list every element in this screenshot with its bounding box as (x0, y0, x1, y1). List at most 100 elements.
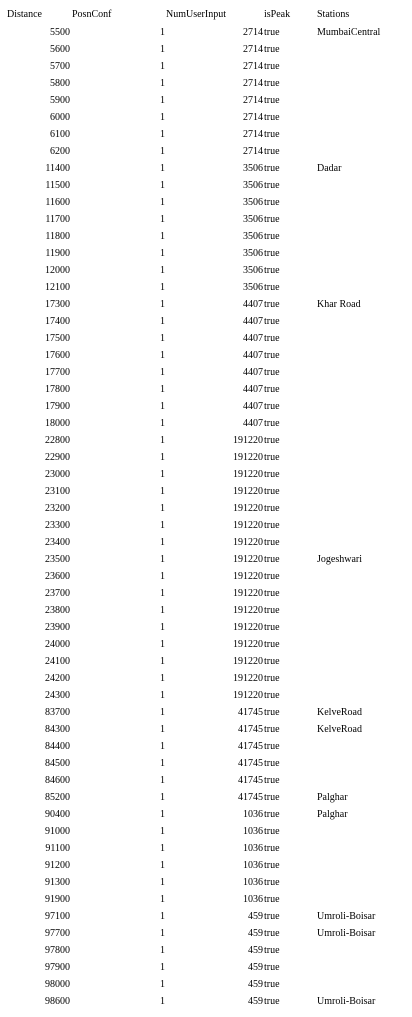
cell-ispeak: true (264, 605, 280, 616)
cell-posnconf: 1 (160, 622, 165, 633)
cell-ispeak: true (264, 690, 280, 701)
cell-ispeak: true (264, 962, 280, 973)
cell-posnconf: 1 (160, 384, 165, 395)
cell-distance: 24200 (45, 673, 70, 684)
table-row: 5800 1 2714 true (0, 75, 412, 92)
cell-numuserinput: 459 (248, 911, 263, 922)
cell-numuserinput: 2714 (243, 112, 263, 123)
cell-distance: 84600 (45, 775, 70, 786)
cell-stations: Umroli-Boisar (317, 928, 376, 939)
cell-ispeak: true (264, 809, 280, 820)
cell-ispeak: true (264, 163, 280, 174)
cell-posnconf: 1 (160, 639, 165, 650)
cell-distance: 18000 (45, 418, 70, 429)
cell-numuserinput: 4407 (243, 401, 263, 412)
cell-numuserinput: 1036 (243, 809, 263, 820)
cell-numuserinput: 191220 (233, 673, 263, 684)
cell-posnconf: 1 (160, 350, 165, 361)
table-row: 24200 1 191220 true (0, 670, 412, 687)
cell-numuserinput: 2714 (243, 27, 263, 38)
cell-distance: 84500 (45, 758, 70, 769)
cell-numuserinput: 4407 (243, 384, 263, 395)
cell-distance: 17300 (45, 299, 70, 310)
cell-distance: 97700 (45, 928, 70, 939)
table-row: 85200 1 41745 true Palghar (0, 789, 412, 806)
cell-ispeak: true (264, 894, 280, 905)
table-row: 6100 1 2714 true (0, 126, 412, 143)
cell-ispeak: true (264, 129, 280, 140)
cell-distance: 83700 (45, 707, 70, 718)
cell-stations: Palghar (317, 792, 348, 803)
cell-numuserinput: 4407 (243, 418, 263, 429)
cell-ispeak: true (264, 299, 280, 310)
cell-ispeak: true (264, 486, 280, 497)
table-row: 17900 1 4407 true (0, 398, 412, 415)
cell-posnconf: 1 (160, 707, 165, 718)
cell-posnconf: 1 (160, 333, 165, 344)
cell-posnconf: 1 (160, 129, 165, 140)
table-row: 83700 1 41745 true KelveRoad (0, 704, 412, 721)
cell-posnconf: 1 (160, 928, 165, 939)
cell-stations: MumbaiCentral (317, 27, 381, 38)
table-row: 12000 1 3506 true (0, 262, 412, 279)
cell-posnconf: 1 (160, 741, 165, 752)
table-row: 23900 1 191220 true (0, 619, 412, 636)
cell-posnconf: 1 (160, 520, 165, 531)
table-row: 97900 1 459 true (0, 959, 412, 976)
cell-numuserinput: 1036 (243, 843, 263, 854)
cell-distance: 11800 (45, 231, 70, 242)
cell-ispeak: true (264, 945, 280, 956)
table-row: 5900 1 2714 true (0, 92, 412, 109)
table-row: 23500 1 191220 true Jogeshwari (0, 551, 412, 568)
cell-stations: Umroli-Boisar (317, 911, 376, 922)
table-row: 17700 1 4407 true (0, 364, 412, 381)
cell-numuserinput: 1036 (243, 826, 263, 837)
cell-ispeak: true (264, 452, 280, 463)
cell-numuserinput: 191220 (233, 452, 263, 463)
cell-ispeak: true (264, 877, 280, 888)
cell-numuserinput: 191220 (233, 656, 263, 667)
cell-numuserinput: 191220 (233, 469, 263, 480)
cell-numuserinput: 191220 (233, 571, 263, 582)
table-row: 91900 1 1036 true (0, 891, 412, 908)
cell-stations: Dadar (317, 163, 342, 174)
cell-numuserinput: 191220 (233, 554, 263, 565)
cell-ispeak: true (264, 44, 280, 55)
cell-posnconf: 1 (160, 27, 165, 38)
cell-ispeak: true (264, 146, 280, 157)
table-row: 23800 1 191220 true (0, 602, 412, 619)
cell-ispeak: true (264, 27, 280, 38)
cell-numuserinput: 2714 (243, 146, 263, 157)
cell-numuserinput: 3506 (243, 282, 263, 293)
cell-ispeak: true (264, 503, 280, 514)
cell-posnconf: 1 (160, 231, 165, 242)
cell-ispeak: true (264, 775, 280, 786)
cell-posnconf: 1 (160, 673, 165, 684)
cell-numuserinput: 459 (248, 945, 263, 956)
table-row: 6200 1 2714 true (0, 143, 412, 160)
cell-ispeak: true (264, 197, 280, 208)
cell-posnconf: 1 (160, 826, 165, 837)
table-row: 23600 1 191220 true (0, 568, 412, 585)
cell-distance: 6100 (50, 129, 70, 140)
cell-posnconf: 1 (160, 146, 165, 157)
cell-posnconf: 1 (160, 78, 165, 89)
cell-ispeak: true (264, 741, 280, 752)
cell-posnconf: 1 (160, 758, 165, 769)
table-row: 18000 1 4407 true (0, 415, 412, 432)
cell-numuserinput: 3506 (243, 163, 263, 174)
cell-ispeak: true (264, 265, 280, 276)
cell-ispeak: true (264, 639, 280, 650)
cell-ispeak: true (264, 214, 280, 225)
cell-distance: 11900 (45, 248, 70, 259)
cell-distance: 17900 (45, 401, 70, 412)
cell-ispeak: true (264, 554, 280, 565)
cell-distance: 97800 (45, 945, 70, 956)
cell-numuserinput: 3506 (243, 248, 263, 259)
cell-distance: 84300 (45, 724, 70, 735)
cell-numuserinput: 3506 (243, 180, 263, 191)
cell-distance: 91100 (45, 843, 70, 854)
cell-numuserinput: 1036 (243, 877, 263, 888)
cell-numuserinput: 191220 (233, 537, 263, 548)
cell-numuserinput: 2714 (243, 129, 263, 140)
